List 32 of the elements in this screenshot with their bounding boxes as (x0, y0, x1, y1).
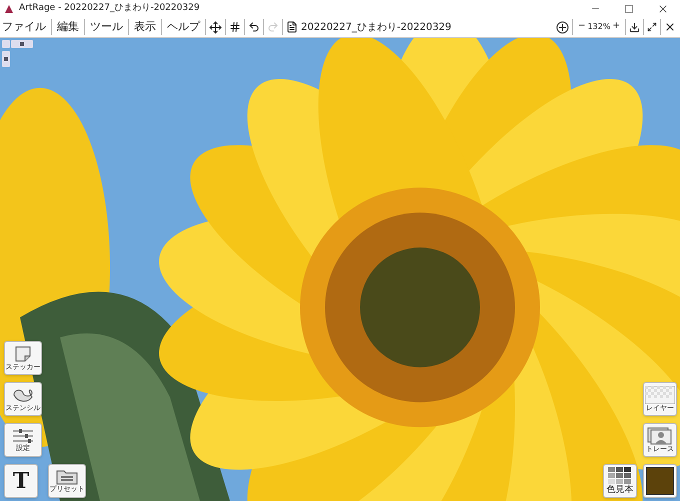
zoom-in-button[interactable]: + (610, 20, 622, 34)
menu-item[interactable]: 編集 (55, 18, 81, 36)
expand-icon[interactable] (647, 22, 657, 32)
close-doc-icon[interactable] (664, 21, 676, 33)
image-frame-icon (647, 427, 673, 445)
swatches-button[interactable]: 色見本 (603, 464, 637, 498)
menu-item[interactable]: ツール (88, 18, 125, 36)
sliders-icon (11, 428, 35, 444)
app-logo-icon (4, 4, 14, 14)
menu-item[interactable]: ファイル (0, 18, 48, 36)
zoom-slider[interactable] (11, 40, 33, 48)
menu-item[interactable]: 表示 (132, 18, 158, 36)
zoom-out-button[interactable]: − (576, 20, 588, 34)
sticker-icon (14, 345, 32, 363)
grid-icon[interactable] (229, 21, 241, 33)
slider-thumb[interactable] (20, 42, 24, 46)
document-name: 20220227_ひまわり-20220329 (301, 20, 452, 34)
zoom-level: 132% (588, 21, 610, 33)
rotate-slider[interactable] (2, 51, 10, 67)
undo-icon[interactable] (248, 21, 260, 33)
slider-thumb[interactable] (4, 57, 8, 61)
folder-icon (56, 469, 78, 485)
text-tool-button[interactable]: T (4, 464, 38, 498)
document-icon (286, 21, 298, 33)
menu-item[interactable]: ヘルプ (165, 18, 202, 36)
checkerboard-icon (645, 386, 675, 404)
zoom-fit-icon[interactable] (556, 20, 570, 34)
download-icon[interactable] (629, 22, 640, 32)
window-title: ArtRage - 20220227_ひまわり-20220329 (19, 2, 200, 15)
move-tool-icon[interactable] (209, 20, 222, 34)
maximize-icon (624, 4, 634, 14)
swatch-grid-icon (608, 467, 632, 485)
